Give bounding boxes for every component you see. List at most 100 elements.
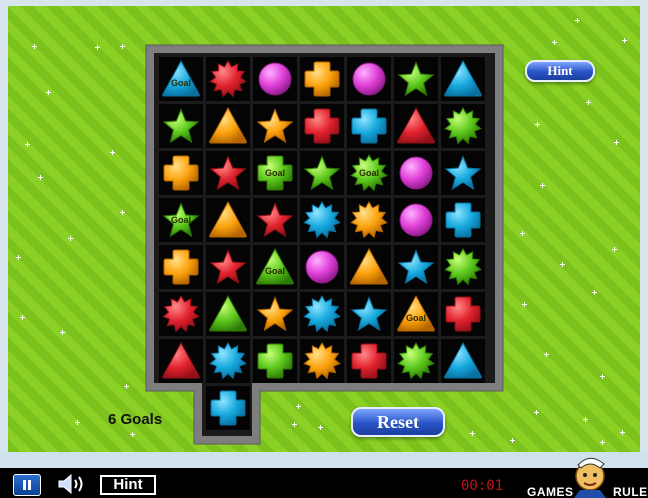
red-star-icon [209,249,247,285]
tile[interactable]: Goal [159,198,203,242]
tile[interactable] [253,292,297,336]
tile[interactable] [159,104,203,148]
green-cross-icon [257,155,293,191]
purple-circle-icon [352,62,386,96]
blue-cross-icon [351,108,387,144]
blue-burst-icon [303,201,341,239]
hint-button[interactable]: Hint [525,60,595,82]
tile[interactable] [394,339,438,383]
green-burst-icon [444,107,482,145]
green-burst-icon [444,248,482,286]
tile[interactable] [394,245,438,289]
tile[interactable] [394,151,438,195]
tile[interactable] [253,198,297,242]
blue-burst-icon [209,342,247,380]
tile[interactable] [159,245,203,289]
game-stage: Goal Goal Goal Goal Goal Goal Hint 6 Goals Re… [0,0,648,498]
tile[interactable] [206,339,250,383]
tile[interactable] [159,151,203,195]
tile[interactable] [347,245,391,289]
red-burst-icon [209,60,247,98]
red-star-icon [256,202,294,238]
tile[interactable] [300,104,344,148]
tile[interactable] [206,245,250,289]
tile[interactable] [253,57,297,101]
tile[interactable] [347,198,391,242]
orange-burst-icon [350,201,388,239]
tile[interactable] [347,57,391,101]
tile[interactable]: Goal [159,57,203,101]
orange-burst-icon [303,342,341,380]
tile[interactable] [441,245,485,289]
purple-circle-icon [305,250,339,284]
blue-triangle-icon [444,341,482,379]
orange-cross-icon [163,249,199,285]
tile[interactable] [441,292,485,336]
tile[interactable] [300,339,344,383]
orange-cross-icon [163,155,199,191]
red-triangle-icon [162,341,200,379]
tile[interactable] [159,339,203,383]
tile[interactable] [394,57,438,101]
tile[interactable] [206,198,250,242]
green-star-icon [303,155,341,191]
tile[interactable]: Goal [347,151,391,195]
orange-triangle-icon [209,200,247,238]
tile[interactable] [347,339,391,383]
tile[interactable] [441,339,485,383]
toolbar-hint-button[interactable]: Hint [100,475,156,495]
games-rule-logo[interactable]: GAMES RULE [526,452,648,498]
green-cross-icon [257,343,293,379]
orange-triangle-icon [209,106,247,144]
tile[interactable] [159,292,203,336]
tile[interactable] [441,57,485,101]
tile[interactable] [441,104,485,148]
green-star-icon [397,61,435,97]
tile[interactable] [394,104,438,148]
tile[interactable] [253,339,297,383]
tile[interactable] [206,104,250,148]
tile[interactable] [441,151,485,195]
blue-cross-icon [445,202,481,238]
timer-readout: 00:01 [461,478,504,494]
reset-button[interactable]: Reset [351,407,445,437]
purple-circle-icon [258,62,292,96]
tile[interactable] [300,292,344,336]
tile[interactable] [206,57,250,101]
tile[interactable] [300,245,344,289]
tile[interactable] [347,292,391,336]
orange-triangle-icon [350,247,388,285]
blue-star-icon [444,155,482,191]
tile[interactable] [347,104,391,148]
red-star-icon [209,155,247,191]
tile[interactable] [253,104,297,148]
purple-circle-icon [399,203,433,237]
tile[interactable] [394,198,438,242]
purple-circle-icon [399,156,433,190]
blue-burst-icon [303,295,341,333]
red-cross-icon [304,108,340,144]
tile[interactable] [300,198,344,242]
green-triangle-icon [209,294,247,332]
tile[interactable]: Goal [394,292,438,336]
blue-cross-icon [210,390,246,426]
tile[interactable] [300,57,344,101]
tile[interactable] [206,292,250,336]
tile[interactable] [300,151,344,195]
orange-cross-icon [304,61,340,97]
speaker-icon[interactable] [56,473,88,495]
blue-star-icon [350,296,388,332]
green-burst-icon [397,342,435,380]
green-star-icon [162,202,200,238]
tile[interactable] [206,386,250,430]
orange-star-icon [256,108,294,144]
red-cross-icon [351,343,387,379]
red-triangle-icon [397,106,435,144]
red-burst-icon [162,295,200,333]
tile[interactable]: Goal [253,151,297,195]
tile[interactable]: Goal [253,245,297,289]
green-burst-icon [350,154,388,192]
tile[interactable] [441,198,485,242]
pause-button[interactable] [13,474,41,496]
tile[interactable] [206,151,250,195]
